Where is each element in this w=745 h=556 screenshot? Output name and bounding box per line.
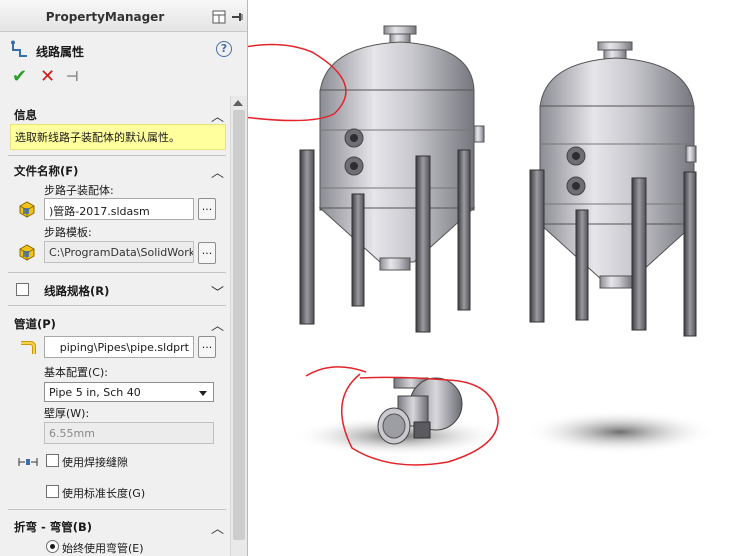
- use-standard-length-label: 使用标准长度(G): [62, 487, 146, 500]
- route-template-field[interactable]: C:\ProgramData\SolidWorks: [44, 241, 194, 263]
- feature-title: 线路属性: [36, 45, 85, 59]
- chevron-down-icon[interactable]: ﹀: [211, 282, 224, 301]
- pipe-section-header[interactable]: 管道(P) ︿: [8, 313, 228, 334]
- base-config-value: Pipe 5 in, Sch 40: [49, 386, 141, 399]
- route-spec-section-title: 线路规格(R): [44, 284, 110, 298]
- chevron-up-icon[interactable]: ︿: [211, 162, 224, 181]
- vessel-tank-left[interactable]: [299, 25, 485, 333]
- panel-layout-icon[interactable]: [212, 10, 226, 27]
- always-use-elbow-label: 始终使用弯管(E): [62, 542, 144, 555]
- info-section-title: 信息: [14, 108, 37, 122]
- browse-template-button[interactable]: ...: [198, 242, 216, 264]
- divider: [8, 155, 226, 156]
- assembly-template-icon: [18, 243, 36, 261]
- route-assembly-field[interactable]: )管路-2017.sldasm: [44, 198, 194, 220]
- help-icon[interactable]: ?: [216, 41, 232, 57]
- pin-icon[interactable]: [230, 10, 244, 27]
- weld-gap-icon: [18, 455, 38, 472]
- use-weld-gap-checkbox[interactable]: [46, 454, 59, 467]
- vessel-tank-right[interactable]: [529, 41, 697, 337]
- chevron-up-icon[interactable]: ︿: [211, 106, 224, 125]
- route-spec-section-header[interactable]: 线路规格(R) ﹀: [8, 280, 228, 301]
- bends-section-header[interactable]: 折弯 - 弯管(B) ︿: [8, 516, 228, 537]
- always-use-elbow-radio[interactable]: [46, 540, 59, 553]
- wall-thickness-field[interactable]: 6.55mm: [44, 422, 214, 444]
- wall-thickness-label: 壁厚(W):: [44, 407, 90, 420]
- divider: [8, 272, 226, 273]
- divider: [8, 509, 226, 510]
- pipe-path-field[interactable]: piping\Pipes\pipe.sldprt: [44, 336, 194, 358]
- file-name-section-header[interactable]: 文件名称(F) ︿: [8, 160, 228, 181]
- property-manager-title: PropertyManager: [45, 10, 165, 24]
- route-template-label: 步路模板:: [44, 226, 92, 239]
- property-manager-header: PropertyManager: [0, 0, 247, 32]
- info-section-header[interactable]: 信息 ︿: [8, 104, 228, 125]
- feature-title-row: 线路属性 ?: [10, 40, 240, 62]
- base-config-select[interactable]: Pipe 5 in, Sch 40: [44, 382, 214, 402]
- chevron-up-icon[interactable]: ︿: [211, 518, 224, 537]
- route-properties-icon: [10, 40, 30, 63]
- property-manager-panel: PropertyManager 线路属性 ? ✔ ✕ ⊣ 信息 ︿ 选取新线路子…: [0, 0, 248, 556]
- info-message: 选取新线路子装配体的默认属性。: [10, 124, 226, 150]
- route-spec-checkbox[interactable]: [16, 283, 29, 296]
- route-assembly-label: 步路子装配体:: [44, 184, 114, 197]
- dropdown-arrow-icon: [199, 391, 207, 396]
- keep-visible-pin-button[interactable]: ⊣: [66, 68, 79, 86]
- use-weld-gap-label: 使用焊接缝隙: [62, 456, 128, 469]
- bends-section-title: 折弯 - 弯管(B): [14, 520, 93, 534]
- base-config-label: 基本配置(C):: [44, 366, 108, 379]
- action-buttons: ✔ ✕ ⊣: [12, 68, 92, 88]
- pipe-part-icon: [18, 338, 36, 356]
- pipe-section-title: 管道(P): [14, 317, 56, 331]
- scrollbar-thumb[interactable]: [233, 110, 245, 540]
- browse-assembly-button[interactable]: ...: [198, 198, 216, 220]
- use-standard-length-checkbox[interactable]: [46, 485, 59, 498]
- panel-scrollbar[interactable]: [230, 96, 247, 556]
- divider: [8, 305, 226, 306]
- shadow-right: [524, 410, 716, 454]
- browse-pipe-button[interactable]: ...: [198, 336, 216, 358]
- scroll-up-icon[interactable]: [233, 100, 243, 106]
- file-name-section-title: 文件名称(F): [14, 164, 79, 178]
- chevron-up-icon[interactable]: ︿: [211, 315, 224, 334]
- assembly-icon: [18, 200, 36, 218]
- cancel-button[interactable]: ✕: [40, 68, 55, 86]
- ok-button[interactable]: ✔: [12, 68, 27, 86]
- graphics-viewport[interactable]: [248, 0, 745, 556]
